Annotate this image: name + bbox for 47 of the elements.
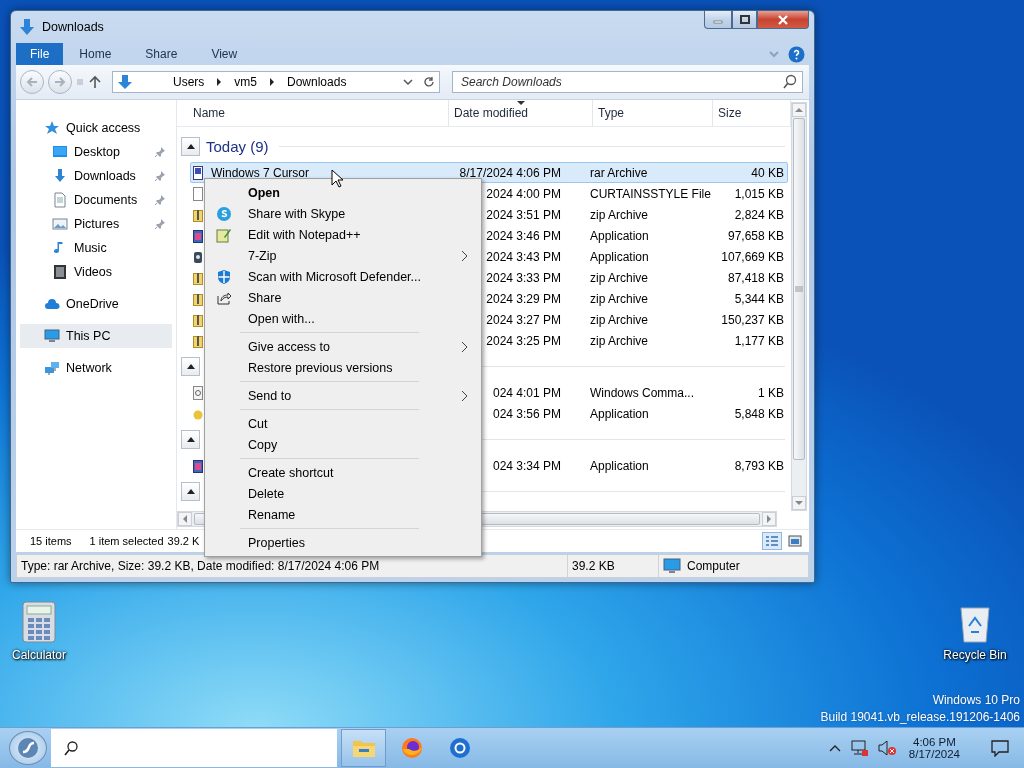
size-cell: 40 KB bbox=[751, 165, 784, 180]
size-cell: 1,015 KB bbox=[734, 186, 784, 201]
size-cell: 107,669 KB bbox=[721, 249, 784, 264]
size-cell: 97,658 KB bbox=[727, 228, 784, 243]
os-info-text: Build 19041.vb_release.191206-1406 bbox=[820, 710, 1020, 724]
group-title: Today (9) bbox=[206, 138, 269, 155]
size-cell: 5,344 KB bbox=[734, 291, 784, 306]
type-cell-text: zip Archive bbox=[589, 312, 650, 327]
type-cell-text: Application bbox=[589, 249, 650, 264]
details-text: 39.2 K bbox=[167, 535, 200, 547]
size-cell: 87,418 KB bbox=[727, 270, 784, 285]
type-cell-text: Windows Comma... bbox=[589, 385, 696, 400]
window-title: Downloads bbox=[42, 20, 104, 34]
type-cell-text: zip Archive bbox=[589, 291, 650, 306]
date-cell: 024 4:01 PM bbox=[492, 385, 561, 400]
file-name: Windows 7 Cursor bbox=[211, 165, 310, 180]
date-cell: 2024 4:00 PM bbox=[486, 186, 561, 201]
details-text: 15 items bbox=[30, 535, 72, 547]
type-cell-text: rar Archive bbox=[589, 165, 649, 180]
status-location: Computer bbox=[687, 559, 740, 573]
date-cell: 2024 3:43 PM bbox=[486, 249, 561, 264]
size-cell: 150,237 KB bbox=[721, 312, 784, 327]
date-cell: 2024 3:25 PM bbox=[486, 333, 561, 348]
size-cell: 2,824 KB bbox=[734, 207, 784, 222]
type-cell-text: zip Archive bbox=[589, 333, 650, 348]
date-cell: 8/17/2024 4:06 PM bbox=[459, 165, 561, 180]
date-cell: 2024 3:33 PM bbox=[486, 270, 561, 285]
date-cell: 2024 3:29 PM bbox=[486, 291, 561, 306]
type-cell-text: CURTAINSSTYLE File bbox=[589, 186, 712, 201]
os-info-text: Windows 10 Pro bbox=[932, 693, 1020, 707]
type-cell-text: zip Archive bbox=[589, 270, 650, 285]
date-cell: 024 3:56 PM bbox=[492, 406, 561, 421]
date-cell: 2024 3:46 PM bbox=[486, 228, 561, 243]
date-cell: 2024 3:27 PM bbox=[486, 312, 561, 327]
type-cell-text: Application bbox=[589, 406, 650, 421]
type-cell-text: zip Archive bbox=[589, 207, 650, 222]
size-cell: 1 KB bbox=[758, 385, 784, 400]
size-cell: 1,177 KB bbox=[734, 333, 784, 348]
size-cell: 8,793 KB bbox=[734, 458, 784, 473]
type-cell-text: Application bbox=[589, 458, 650, 473]
size-cell: 5,848 KB bbox=[734, 406, 784, 421]
date-cell: 2024 3:51 PM bbox=[486, 207, 561, 222]
status-description: Type: rar Archive, Size: 39.2 KB, Date modified: 8/17/2024 4:06 PM bbox=[21, 559, 380, 573]
type-cell-text: Application bbox=[589, 228, 650, 243]
status-size: 39.2 KB bbox=[572, 559, 615, 573]
details-text: 1 item selected bbox=[89, 535, 164, 547]
date-cell: 024 3:34 PM bbox=[492, 458, 561, 473]
